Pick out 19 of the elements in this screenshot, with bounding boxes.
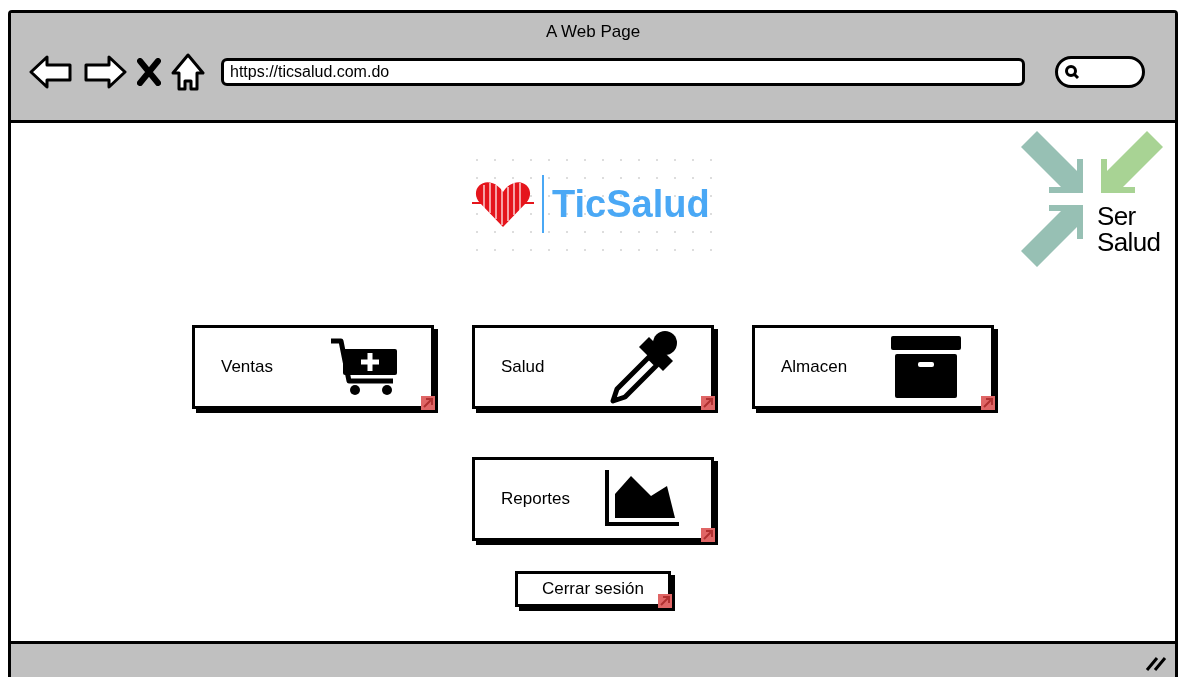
logo-text: Ser xyxy=(1097,203,1137,229)
home-icon[interactable] xyxy=(171,52,205,91)
resize-grip-icon[interactable] xyxy=(1145,654,1167,672)
link-corner-icon xyxy=(981,396,995,410)
box-icon xyxy=(891,334,961,400)
search-icon xyxy=(1064,63,1080,80)
close-icon[interactable] xyxy=(137,57,161,86)
area-chart-icon xyxy=(605,470,681,528)
search-field[interactable] xyxy=(1055,55,1145,88)
address-field[interactable]: https://ticsalud.com.do xyxy=(221,57,1025,86)
link-corner-icon xyxy=(701,528,715,542)
link-corner-icon xyxy=(701,396,715,410)
window-title: A Web Page xyxy=(545,21,641,43)
forward-icon[interactable] xyxy=(83,54,127,89)
link-corner-icon xyxy=(658,594,672,608)
heart-icon xyxy=(472,179,534,229)
link-corner-icon xyxy=(421,396,435,410)
logo-text: Salud xyxy=(1097,229,1161,255)
back-icon[interactable] xyxy=(29,54,73,89)
